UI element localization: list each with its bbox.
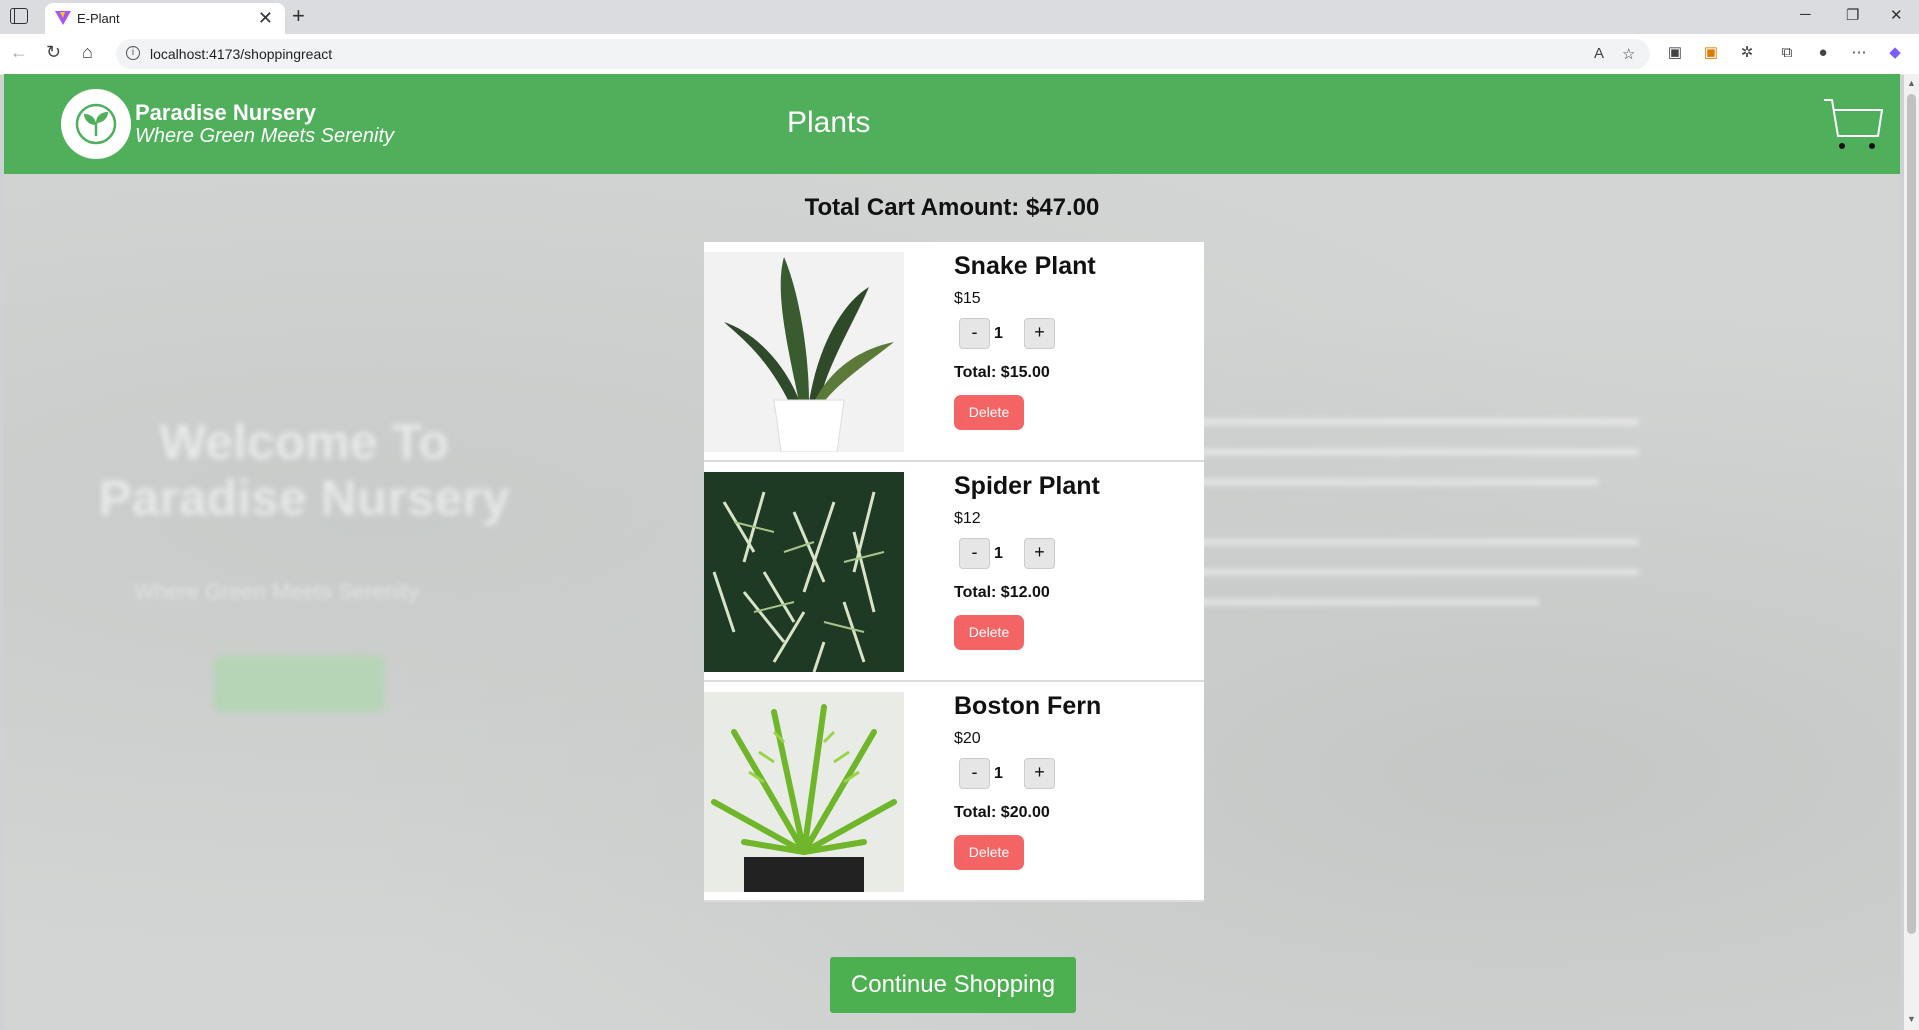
increment-button[interactable]: +	[1024, 318, 1055, 349]
item-name: Boston Fern	[954, 692, 1102, 720]
screenshot-icon[interactable]: ⧉	[1778, 44, 1796, 62]
brand-tagline: Where Green Meets Serenity	[135, 125, 394, 147]
background-paragraph: ▬▬▬▬▬▬▬▬▬▬▬▬▬▬▬▬▬▬▬▬▬▬ ▬▬▬▬▬▬▬▬▬▬▬▬▬▬▬▬▬▬…	[1199, 408, 1639, 610]
delete-button[interactable]: Delete	[954, 395, 1024, 430]
home-icon[interactable]: ⌂	[82, 42, 93, 63]
logo[interactable]	[61, 89, 131, 159]
boston-fern-image	[704, 692, 904, 892]
continue-shopping-button[interactable]: Continue Shopping	[830, 957, 1076, 1013]
background-get-started-button	[214, 656, 384, 712]
increment-button[interactable]: +	[1024, 538, 1055, 569]
scroll-down-icon[interactable]: ▼	[1907, 1014, 1916, 1024]
extension-icon[interactable]: ▣	[1702, 44, 1720, 62]
delete-button[interactable]: Delete	[954, 615, 1024, 650]
item-name: Spider Plant	[954, 472, 1100, 500]
cart-item-list: Snake Plant $15 - 1 + Total: $15.00 Dele…	[704, 242, 1204, 902]
snake-plant-image	[704, 252, 904, 452]
cart-item: Spider Plant $12 - 1 + Total: $12.00 Del…	[704, 462, 1204, 682]
copilot-icon[interactable]: ◆	[1886, 44, 1904, 62]
delete-button[interactable]: Delete	[954, 835, 1024, 870]
back-icon[interactable]: ←	[10, 42, 28, 63]
profile-icon[interactable]: ●	[1814, 44, 1832, 62]
url-field[interactable]: i localhost:4173/shoppingreact A ☆	[116, 39, 1650, 69]
scrollbar-thumb[interactable]	[1907, 94, 1916, 934]
cart-total-amount: Total Cart Amount: $47.00	[804, 194, 1100, 221]
minimize-icon[interactable]: ─	[1800, 6, 1811, 23]
page-viewport: Welcome To Paradise Nursery Where Green …	[4, 74, 1900, 1030]
item-price: $20	[954, 730, 981, 747]
sidebar-toggle-icon[interactable]	[10, 8, 28, 24]
browser-tab-bar: E-Plant ✕ + ─ ❐ ✕	[0, 0, 1919, 34]
reload-icon[interactable]: ↻	[46, 42, 61, 63]
cart-item: Boston Fern $20 - 1 + Total: $20.00 Dele…	[704, 682, 1204, 902]
cart-item: Snake Plant $15 - 1 + Total: $15.00 Dele…	[704, 242, 1204, 462]
read-aloud-icon[interactable]: A	[1594, 45, 1604, 62]
item-total: Total: $20.00	[954, 804, 1050, 821]
scroll-up-icon[interactable]: ▲	[1907, 78, 1916, 88]
extensions-puzzle-icon[interactable]: ✲	[1738, 44, 1756, 62]
increment-button[interactable]: +	[1024, 758, 1055, 789]
new-tab-icon[interactable]: +	[292, 3, 305, 29]
item-quantity: 1	[994, 325, 1003, 342]
tab-close-icon[interactable]: ✕	[258, 8, 273, 29]
item-name: Snake Plant	[954, 252, 1096, 280]
browser-tab[interactable]: E-Plant ✕	[45, 3, 285, 34]
url-text: localhost:4173/shoppingreact	[150, 46, 333, 62]
extension-icon[interactable]: ▣	[1666, 44, 1684, 62]
page-scrollbar[interactable]: ▲ ▼	[1904, 74, 1919, 1030]
restore-icon[interactable]: ❐	[1846, 6, 1859, 24]
navbar: Paradise Nursery Where Green Meets Seren…	[4, 74, 1900, 174]
cart-icon[interactable]	[1822, 96, 1884, 154]
brand-name[interactable]: Paradise Nursery	[135, 100, 316, 126]
tab-title: E-Plant	[77, 11, 120, 26]
close-window-icon[interactable]: ✕	[1890, 6, 1903, 24]
decrement-button[interactable]: -	[959, 318, 990, 349]
item-price: $15	[954, 290, 981, 307]
favorite-star-icon[interactable]: ☆	[1622, 45, 1635, 63]
decrement-button[interactable]: -	[959, 538, 990, 569]
address-bar-row: ← ↻ ⌂ i localhost:4173/shoppingreact A ☆…	[0, 34, 1919, 75]
item-total: Total: $12.00	[954, 584, 1050, 601]
item-quantity: 1	[994, 765, 1003, 782]
item-quantity: 1	[994, 545, 1003, 562]
decrement-button[interactable]: -	[959, 758, 990, 789]
info-icon[interactable]: i	[126, 46, 140, 60]
more-icon[interactable]: ⋯	[1850, 44, 1868, 62]
sprout-icon	[75, 103, 117, 145]
vite-favicon-icon	[55, 11, 71, 25]
item-price: $12	[954, 510, 981, 527]
background-tagline: Where Green Meets Serenity	[134, 579, 419, 604]
item-total: Total: $15.00	[954, 364, 1050, 381]
spider-plant-image	[704, 472, 904, 672]
nav-plants-link[interactable]: Plants	[787, 106, 870, 140]
background-welcome-heading: Welcome To Paradise Nursery	[98, 414, 510, 526]
